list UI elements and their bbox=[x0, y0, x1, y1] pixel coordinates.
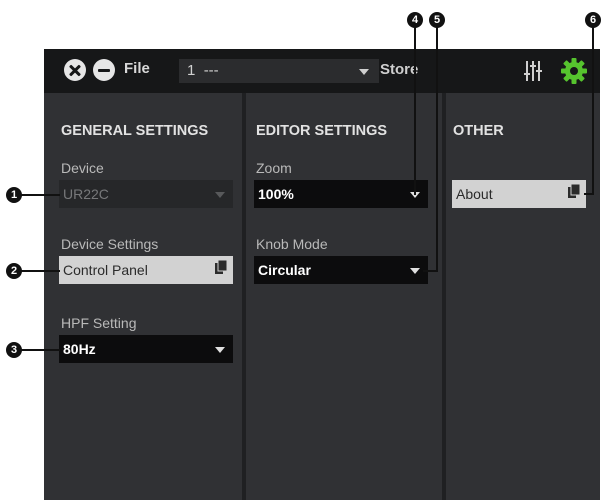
chevron-down-icon bbox=[359, 69, 369, 75]
minimize-icon[interactable] bbox=[93, 59, 115, 81]
scene-select[interactable]: 1 --- bbox=[179, 59, 379, 83]
callout-6-line bbox=[592, 27, 594, 195]
mixer-icon[interactable] bbox=[524, 59, 546, 83]
editor-settings-title: EDITOR SETTINGS bbox=[256, 123, 388, 139]
callout-5-line-h bbox=[423, 270, 438, 272]
callout-6-line-h bbox=[584, 193, 594, 195]
chevron-down-icon bbox=[410, 268, 420, 274]
zoom-value: 100% bbox=[258, 186, 294, 202]
store-button[interactable]: Store bbox=[380, 61, 418, 78]
zoom-select[interactable]: 100% bbox=[254, 180, 428, 208]
scene-number: 1 bbox=[187, 62, 196, 79]
chevron-down-icon bbox=[215, 192, 225, 198]
close-icon[interactable] bbox=[64, 59, 86, 81]
knob-mode-select[interactable]: Circular bbox=[254, 256, 428, 284]
copy-icon bbox=[215, 260, 227, 274]
hpf-value: 80Hz bbox=[63, 341, 96, 357]
general-settings-title: GENERAL SETTINGS bbox=[61, 123, 209, 139]
app-window: File 1 --- Store GENERAL SETTINGS Device… bbox=[44, 49, 600, 500]
about-label: About bbox=[456, 186, 493, 202]
device-label: Device bbox=[61, 160, 104, 176]
scene-name: --- bbox=[203, 62, 219, 79]
callout-6: 6 bbox=[585, 12, 601, 28]
gear-icon[interactable] bbox=[561, 58, 587, 84]
callout-4-line bbox=[414, 27, 416, 195]
chevron-down-icon bbox=[215, 347, 225, 353]
device-settings-label: Device Settings bbox=[61, 236, 159, 252]
copy-icon bbox=[568, 184, 580, 198]
title-bar: File 1 --- Store bbox=[44, 49, 600, 93]
other-panel: OTHER About bbox=[446, 93, 600, 500]
hpf-setting-label: HPF Setting bbox=[61, 315, 137, 331]
knob-mode-label: Knob Mode bbox=[256, 236, 328, 252]
callout-3: 3 bbox=[6, 342, 22, 358]
callout-1: 1 bbox=[6, 187, 22, 203]
about-button[interactable]: About bbox=[452, 180, 586, 208]
file-menu[interactable]: File bbox=[124, 60, 150, 77]
callout-2: 2 bbox=[6, 263, 22, 279]
device-value: UR22C bbox=[63, 186, 109, 202]
general-settings-panel: GENERAL SETTINGS Device UR22C Device Set… bbox=[44, 93, 242, 500]
other-title: OTHER bbox=[453, 123, 504, 139]
control-panel-button[interactable]: Control Panel bbox=[59, 256, 233, 284]
callout-5-line bbox=[436, 27, 438, 271]
zoom-label: Zoom bbox=[256, 160, 292, 176]
callout-4: 4 bbox=[407, 12, 423, 28]
device-select: UR22C bbox=[59, 180, 233, 208]
knob-mode-value: Circular bbox=[258, 262, 311, 278]
control-panel-label: Control Panel bbox=[63, 262, 148, 278]
callout-5: 5 bbox=[429, 12, 445, 28]
editor-settings-panel: EDITOR SETTINGS Zoom 100% Knob Mode Circ… bbox=[246, 93, 442, 500]
hpf-select[interactable]: 80Hz bbox=[59, 335, 233, 363]
